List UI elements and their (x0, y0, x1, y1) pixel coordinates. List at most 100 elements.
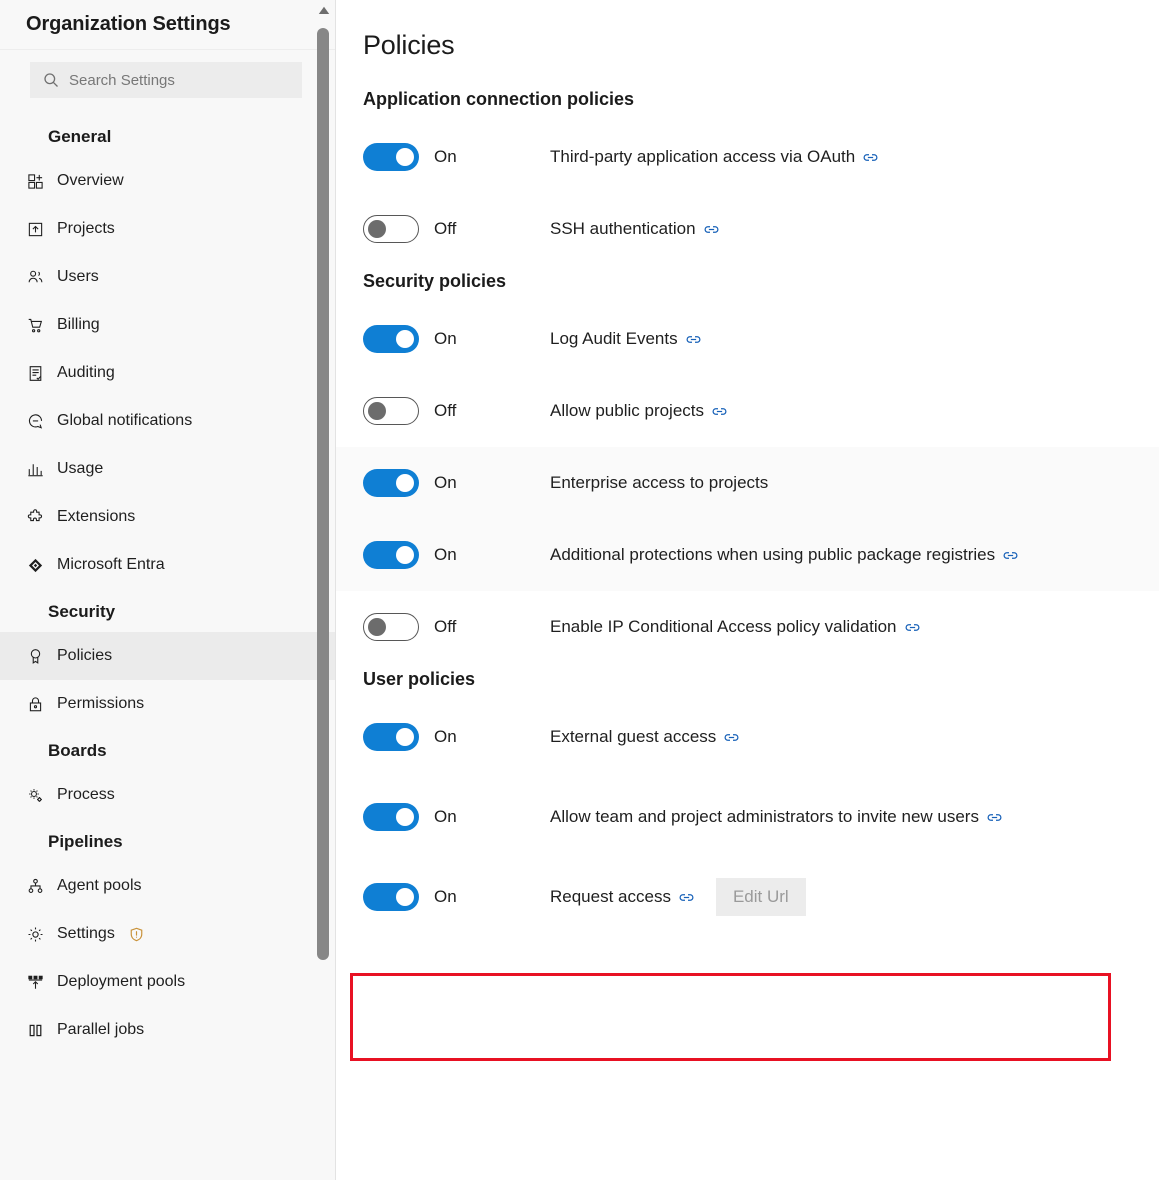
policy-label-container: Additional protections when using public… (550, 545, 1018, 565)
policy-label-container: Enable IP Conditional Access policy vali… (550, 617, 920, 637)
sidebar-item-label: Permissions (57, 695, 145, 712)
policy-toggle[interactable] (363, 143, 419, 171)
policy-label: Allow team and project administrators to… (550, 807, 979, 826)
caret-up-icon[interactable] (317, 4, 330, 17)
scrollbar-thumb[interactable] (317, 28, 329, 960)
policy-toggle[interactable] (363, 613, 419, 641)
section-title: Application connection policies (363, 89, 635, 109)
sidebar-item-microsoft-entra[interactable]: Microsoft Entra (0, 541, 336, 589)
policy-state-label: On (434, 807, 457, 826)
sidebar-item-global-notifications[interactable]: Global notifications (0, 397, 336, 445)
sidebar-item-agent-pools[interactable]: Agent pools (0, 862, 336, 910)
sidebar-item-deployment-pools[interactable]: Deployment pools (0, 958, 336, 1006)
sidebar-item-permissions[interactable]: Permissions (0, 680, 336, 728)
policy-state-label: On (434, 473, 457, 492)
sidebar-item-projects[interactable]: Projects (0, 205, 336, 253)
projects-icon (26, 220, 44, 238)
policy-state-label: On (434, 329, 457, 348)
policy-row: On External guest access (336, 701, 1159, 773)
overview-icon (26, 172, 44, 190)
sidebar-item-label: Policies (57, 647, 113, 664)
policy-label-container: External guest access (550, 727, 739, 747)
sidebar-item-billing[interactable]: Billing (0, 301, 336, 349)
sidebar-item-label: Billing (57, 316, 100, 333)
sidebar-item-parallel-jobs[interactable]: Parallel jobs (0, 1006, 336, 1054)
link-help-icon[interactable] (686, 332, 701, 347)
section-title: User policies (363, 669, 476, 689)
annotation-highlight-box (350, 973, 1111, 1061)
policy-label: Third-party application access via OAuth (550, 147, 856, 166)
edit-url-button[interactable]: Edit Url (715, 878, 806, 916)
policy-label: External guest access (550, 727, 717, 746)
search-settings-box[interactable] (30, 62, 302, 98)
nav-group-title-security: Security (48, 602, 116, 621)
policy-toggle[interactable] (363, 541, 419, 569)
sidebar-item-settings[interactable]: Settings (0, 910, 336, 958)
link-help-icon[interactable] (905, 620, 920, 635)
link-help-icon[interactable] (712, 404, 727, 419)
policy-row: On Enterprise access to projects (336, 447, 1159, 519)
toggle-knob (396, 474, 414, 492)
page-title-organization-settings: Organization Settings (26, 13, 231, 35)
search-input[interactable] (69, 71, 289, 89)
link-help-icon[interactable] (987, 810, 1002, 825)
policy-state-label: On (434, 147, 457, 166)
section-application-connection-policies: Application connection policies On Third… (336, 89, 1159, 265)
sidebar-item-label: Process (57, 786, 115, 803)
link-help-icon[interactable] (724, 730, 739, 745)
users-icon (26, 268, 44, 286)
policy-toggle[interactable] (363, 723, 419, 751)
sidebar-item-auditing[interactable]: Auditing (0, 349, 336, 397)
policies-ribbon-icon (26, 647, 44, 665)
sidebar-item-process[interactable]: Process (0, 771, 336, 819)
global-notifications-icon (26, 412, 44, 430)
toggle-knob (368, 402, 386, 420)
sidebar-item-label: Microsoft Entra (57, 556, 165, 573)
policy-label-container: Log Audit Events (550, 329, 701, 349)
policy-toggle[interactable] (363, 215, 419, 243)
policy-label: Enable IP Conditional Access policy vali… (550, 617, 897, 636)
sidebar-item-label: Usage (57, 460, 104, 477)
policy-row: Off SSH authentication (336, 193, 1159, 265)
policy-state-label: Off (434, 617, 457, 636)
policy-label-container: Allow public projects (550, 401, 727, 421)
policy-toggle[interactable] (363, 397, 419, 425)
policy-label-container: Allow team and project administrators to… (550, 807, 1002, 827)
settings-sidebar: Organization Settings General (0, 0, 336, 1180)
sidebar-scrollbar[interactable] (315, 0, 331, 1180)
sidebar-item-label: Overview (57, 172, 124, 189)
sidebar-item-users[interactable]: Users (0, 253, 336, 301)
sidebar-item-policies[interactable]: Policies (0, 632, 336, 680)
sidebar-item-label: Parallel jobs (57, 1021, 145, 1038)
sidebar-item-label: Auditing (57, 364, 115, 381)
policy-label-container: Third-party application access via OAuth (550, 147, 878, 167)
section-title: Security policies (363, 271, 507, 291)
sidebar-item-label: Agent pools (57, 877, 142, 894)
policy-row: Off Enable IP Conditional Access policy … (336, 591, 1159, 663)
sidebar-item-overview[interactable]: Overview (0, 157, 336, 205)
policy-row: On Request access Edit Url (336, 861, 1159, 933)
sidebar-item-label: Deployment pools (57, 973, 186, 990)
policy-toggle[interactable] (363, 325, 419, 353)
toggle-knob (396, 148, 414, 166)
sidebar-item-extensions[interactable]: Extensions (0, 493, 336, 541)
deployment-pools-icon (26, 973, 44, 991)
link-help-icon[interactable] (679, 890, 694, 905)
policy-toggle[interactable] (363, 883, 419, 911)
section-security-policies: Security policies On Log Audit Events Of… (336, 271, 1159, 663)
policy-toggle[interactable] (363, 469, 419, 497)
sidebar-item-usage[interactable]: Usage (0, 445, 336, 493)
policy-label: Allow public projects (550, 401, 705, 420)
policy-row-highlighted: On Allow team and project administrators… (336, 773, 1159, 861)
link-help-icon[interactable] (1003, 548, 1018, 563)
policy-row: Off Allow public projects (336, 375, 1159, 447)
policy-label-container: SSH authentication (550, 219, 719, 239)
link-help-icon[interactable] (704, 222, 719, 237)
link-help-icon[interactable] (863, 150, 878, 165)
nav-group-title-general: General (48, 127, 112, 146)
policy-toggle[interactable] (363, 803, 419, 831)
microsoft-entra-icon (26, 556, 44, 574)
toggle-knob (396, 546, 414, 564)
toggle-knob (396, 728, 414, 746)
search-icon (43, 72, 59, 88)
